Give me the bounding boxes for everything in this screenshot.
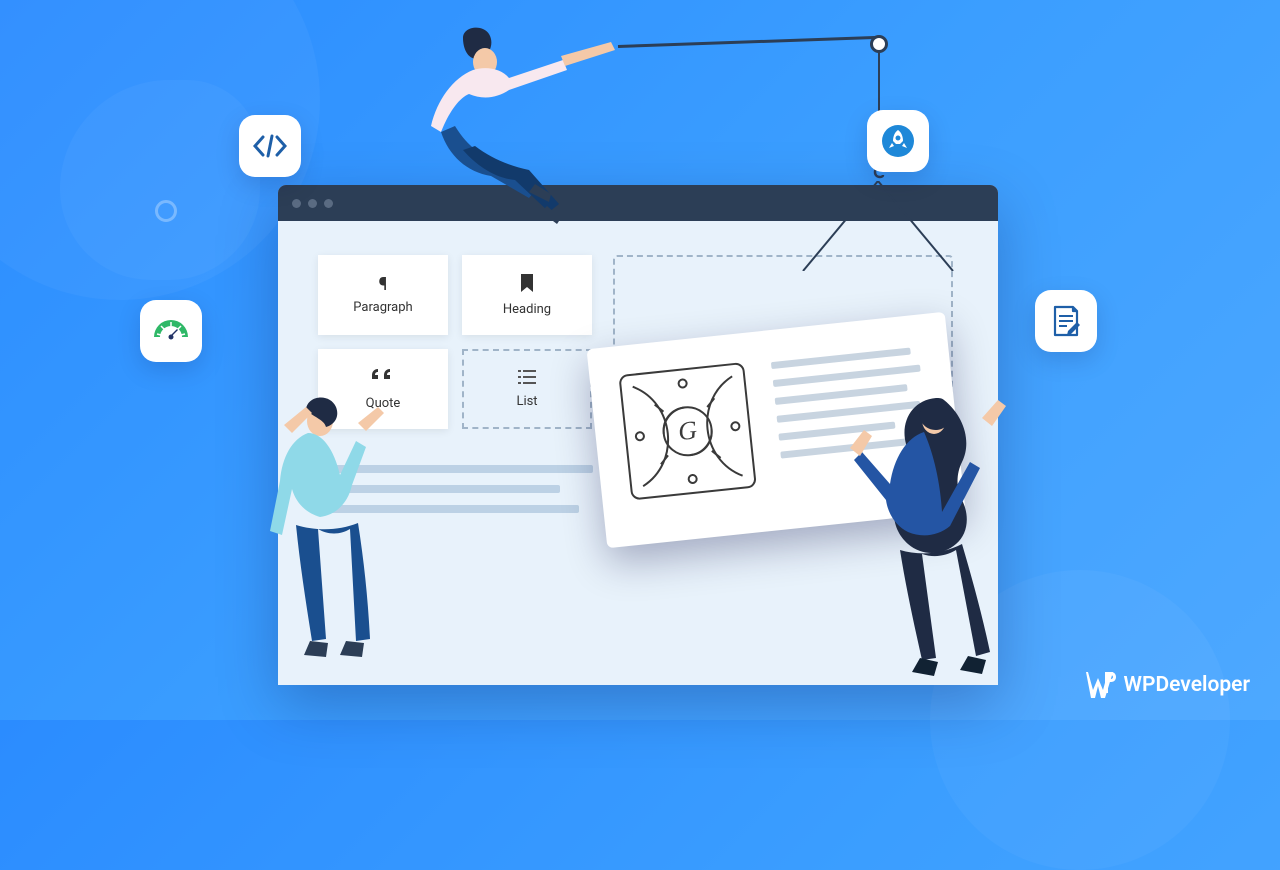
- block-label: Paragraph: [353, 300, 412, 315]
- bookmark-icon: [520, 274, 534, 296]
- window-dot: [324, 199, 333, 208]
- quote-icon: [372, 368, 394, 390]
- person-sitting-top: [395, 26, 615, 226]
- edit-note-icon: [1035, 290, 1097, 352]
- brand-name: WPDeveloper: [1124, 673, 1250, 697]
- person-right-holding: [840, 390, 1040, 700]
- window-dot: [292, 199, 301, 208]
- person-left-holding: [240, 395, 420, 705]
- block-label: Heading: [503, 302, 551, 317]
- svg-text:G: G: [677, 415, 699, 446]
- crane-arm: [618, 36, 878, 48]
- list-block[interactable]: List: [462, 349, 592, 429]
- decorative-circle: [155, 200, 177, 222]
- brand-watermark: WPDeveloper: [1086, 672, 1250, 698]
- crane-pulley: [870, 35, 888, 53]
- paragraph-block[interactable]: ¶ Paragraph: [318, 255, 448, 335]
- wpdeveloper-logo-icon: [1086, 672, 1116, 698]
- gutenberg-ornament-icon: G: [611, 354, 765, 508]
- block-label: List: [516, 394, 537, 409]
- gauge-icon: [140, 300, 202, 362]
- heading-block[interactable]: Heading: [462, 255, 592, 335]
- rocket-icon: [867, 110, 929, 172]
- list-icon: [518, 370, 536, 388]
- paragraph-icon: ¶: [379, 276, 388, 294]
- crane-ropes: [798, 181, 958, 271]
- code-icon: [239, 115, 301, 177]
- window-dot: [308, 199, 317, 208]
